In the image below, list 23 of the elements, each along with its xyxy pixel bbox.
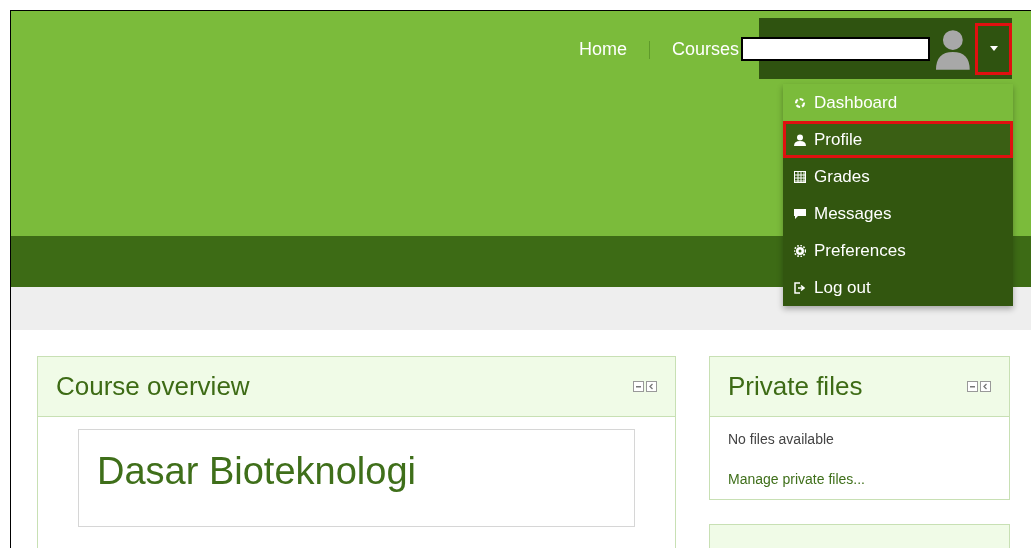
caret-icon	[989, 46, 998, 51]
menu-item[interactable]: Messages	[783, 195, 1013, 232]
table-icon	[794, 170, 806, 183]
speech-bubble-icon	[794, 207, 806, 220]
minimize-icon[interactable]	[633, 381, 644, 392]
menu-item[interactable]: Profile	[783, 121, 1013, 158]
dropdown-toggle[interactable]	[975, 22, 1012, 75]
logout-icon	[794, 281, 806, 294]
settings-icon	[794, 244, 806, 257]
course-link[interactable]: Dasar Bioteknologi	[97, 450, 416, 492]
manage-files-link[interactable]: Manage private files...	[728, 471, 991, 487]
user-icon	[794, 133, 806, 146]
menu-item[interactable]: Grades	[783, 158, 1013, 195]
minimize-icon[interactable]	[967, 381, 978, 392]
menu-item[interactable]: Log out	[783, 269, 1013, 306]
avatar-icon	[933, 27, 972, 70]
empty-message: No files available	[728, 431, 835, 447]
block-title: Course overview	[56, 371, 250, 402]
block-title: Private files	[728, 371, 863, 402]
dashboard-icon	[794, 96, 806, 109]
dock-icon[interactable]	[646, 381, 657, 392]
dock-icon[interactable]	[980, 381, 991, 392]
menu-item[interactable]: Preferences	[783, 232, 1013, 269]
